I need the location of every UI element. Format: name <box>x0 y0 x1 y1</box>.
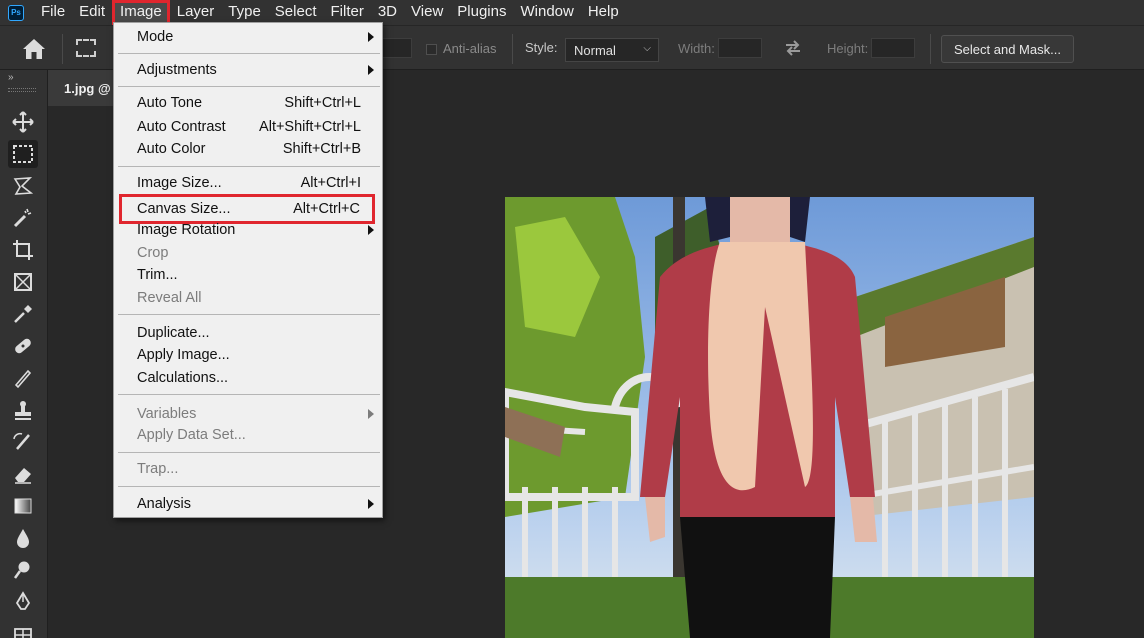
menu-item-label: Adjustments <box>137 62 217 78</box>
healing-brush-tool-icon[interactable] <box>8 332 38 360</box>
gradient-tool-icon[interactable] <box>8 492 38 520</box>
photoshop-logo-icon[interactable]: Ps <box>8 4 24 21</box>
select-and-mask-button[interactable]: Select and Mask... <box>941 35 1074 63</box>
collapse-panel-icon[interactable]: » <box>8 72 14 83</box>
height-field[interactable] <box>871 38 915 58</box>
frame-tool-icon[interactable] <box>8 268 38 296</box>
move-tool-icon[interactable] <box>8 108 38 136</box>
menu-item-reveal-all: Reveal All <box>114 287 382 309</box>
menu-separator <box>118 452 380 453</box>
pen-tool-icon[interactable] <box>8 588 38 616</box>
menu-separator <box>118 86 380 87</box>
menu-separator <box>118 394 380 395</box>
menu-plugins[interactable]: Plugins <box>450 0 513 25</box>
menu-item-label: Auto Tone <box>137 95 203 111</box>
blur-tool-icon[interactable] <box>8 524 38 552</box>
menu-item-label: Crop <box>137 245 169 261</box>
menu-item-trap: Trap... <box>114 458 382 480</box>
menu-item-shortcut: Shift+Ctrl+L <box>284 95 361 111</box>
menu-item-label: Trap... <box>137 461 179 477</box>
magic-wand-tool-icon[interactable] <box>8 204 38 232</box>
width-field[interactable] <box>718 38 762 58</box>
menu-item-shortcut: Shift+Ctrl+B <box>282 141 361 157</box>
menu-item-label: Image Size... <box>137 175 222 191</box>
height-label: Height: <box>827 41 869 56</box>
menu-item-calculations[interactable]: Calculations... <box>114 367 382 389</box>
eyedropper-tool-icon[interactable] <box>8 300 38 328</box>
style-select[interactable]: Normal ⌵ <box>565 38 659 62</box>
menu-window[interactable]: Window <box>513 0 580 25</box>
menu-item-image-rotation[interactable]: Image Rotation <box>114 219 382 241</box>
document-tab[interactable]: 1.jpg @ <box>48 70 114 106</box>
menu-item-variables: Variables <box>114 403 382 425</box>
menu-item-shortcut: Alt+Shift+Ctrl+L <box>259 119 361 135</box>
submenu-arrow-icon <box>368 225 374 235</box>
menu-item-auto-contrast[interactable]: Auto Contrast Alt+Shift+Ctrl+L <box>114 116 382 138</box>
width-label: Width: <box>678 41 715 56</box>
menu-item-label: Duplicate... <box>137 325 210 341</box>
submenu-arrow-icon <box>368 499 374 509</box>
menu-item-label: Auto Color <box>137 141 206 157</box>
brush-tool-icon[interactable] <box>8 364 38 392</box>
menu-item-shortcut: Alt+Ctrl+I <box>300 175 361 191</box>
marquee-preset-icon[interactable] <box>76 39 96 57</box>
menu-item-auto-tone[interactable]: Auto Tone Shift+Ctrl+L <box>114 92 382 114</box>
dodge-tool-icon[interactable] <box>8 556 38 584</box>
options-divider <box>512 34 513 64</box>
marquee-tool-icon[interactable] <box>8 140 38 168</box>
submenu-arrow-icon <box>368 32 374 42</box>
feather-field[interactable] <box>382 38 412 58</box>
style-label: Style: <box>525 40 558 55</box>
submenu-arrow-icon <box>368 65 374 75</box>
menu-item-label: Auto Contrast <box>137 119 226 135</box>
image-menu-dropdown: Mode Adjustments Auto Tone Shift+Ctrl+L … <box>113 22 383 518</box>
menu-item-image-size[interactable]: Image Size... Alt+Ctrl+I <box>114 172 382 194</box>
menu-item-label: Image Rotation <box>137 222 236 238</box>
menu-item-label: Reveal All <box>137 290 202 306</box>
menu-item-apply-data-set: Apply Data Set... <box>114 424 382 446</box>
menu-separator <box>118 53 380 54</box>
menu-item-label: Analysis <box>137 496 191 512</box>
menu-file[interactable]: File <box>34 0 72 25</box>
type-tool-icon[interactable] <box>8 620 38 638</box>
menu-item-duplicate[interactable]: Duplicate... <box>114 322 382 344</box>
menu-item-auto-color[interactable]: Auto Color Shift+Ctrl+B <box>114 138 382 160</box>
menu-item-analysis[interactable]: Analysis <box>114 493 382 515</box>
options-divider <box>62 34 63 64</box>
menu-edit[interactable]: Edit <box>72 0 112 25</box>
clone-stamp-tool-icon[interactable] <box>8 396 38 424</box>
menu-item-label: Trim... <box>137 267 178 283</box>
home-icon[interactable] <box>22 38 46 60</box>
menu-separator <box>118 166 380 167</box>
menu-item-apply-image[interactable]: Apply Image... <box>114 344 382 366</box>
menu-item-label: Calculations... <box>137 370 229 386</box>
history-brush-tool-icon[interactable] <box>8 428 38 456</box>
panel-grip[interactable] <box>8 88 36 92</box>
anti-alias-label: Anti-alias <box>443 41 497 56</box>
swap-icon[interactable] <box>783 38 803 58</box>
document-photo[interactable] <box>505 197 1034 638</box>
tools-panel: » <box>0 70 48 638</box>
menu-item-label: Apply Data Set... <box>137 427 246 443</box>
chevron-down-icon: ⌵ <box>643 43 651 54</box>
menu-item-label: Variables <box>137 406 197 422</box>
submenu-arrow-icon <box>368 409 374 419</box>
lasso-tool-icon[interactable] <box>8 172 38 200</box>
menu-separator <box>118 314 380 315</box>
menu-item-adjustments[interactable]: Adjustments <box>114 59 382 81</box>
crop-tool-icon[interactable] <box>8 236 38 264</box>
style-value: Normal <box>574 43 616 58</box>
menu-help[interactable]: Help <box>581 0 626 25</box>
menu-item-mode[interactable]: Mode <box>114 26 382 48</box>
menu-item-trim[interactable]: Trim... <box>114 264 382 286</box>
menu-view[interactable]: View <box>404 0 450 25</box>
menu-item-crop: Crop <box>114 242 382 264</box>
eraser-tool-icon[interactable] <box>8 460 38 488</box>
menu-separator <box>118 486 380 487</box>
anti-alias-checkbox[interactable] <box>426 44 437 55</box>
menu-item-label: Mode <box>137 29 174 45</box>
menu-item-label: Apply Image... <box>137 347 230 363</box>
menu-item-label: Canvas Size... <box>137 201 231 217</box>
options-divider <box>930 34 931 64</box>
